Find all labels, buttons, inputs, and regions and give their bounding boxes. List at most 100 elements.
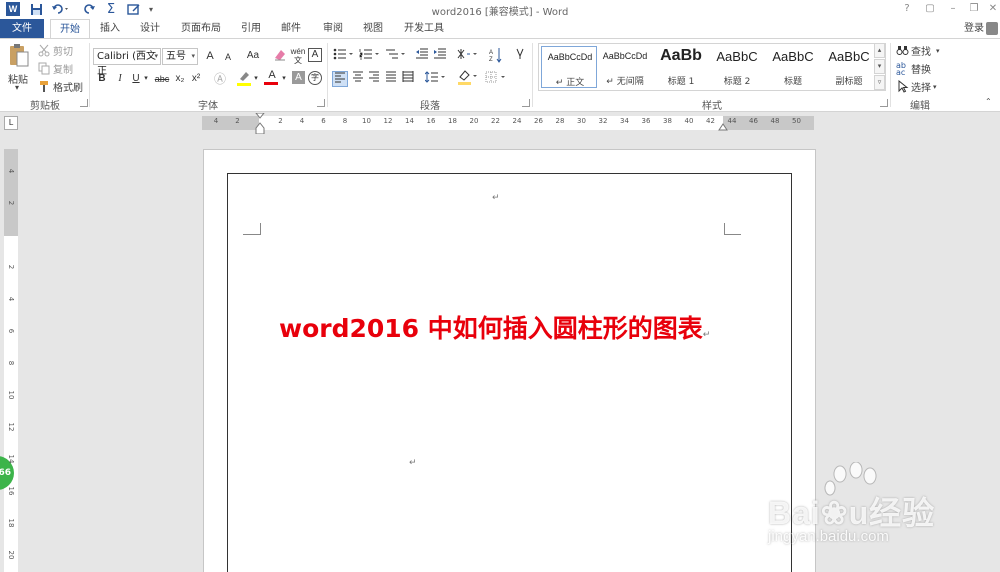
vertical-ruler-tick-label: 2 <box>7 264 15 270</box>
line-spacing-icon[interactable] <box>424 71 448 87</box>
font-color-dropdown-icon[interactable]: ▾ <box>280 71 288 87</box>
ruler-tick-label: 2 <box>278 117 283 125</box>
style-heading-2[interactable]: AaBbC 标题 2 <box>709 46 765 88</box>
tab-page-layout[interactable]: 页面布局 <box>176 19 226 38</box>
replace-icon: ab ac <box>896 61 906 77</box>
chevron-down-icon: ▾ <box>191 52 195 60</box>
tab-selector[interactable]: L <box>4 116 18 130</box>
align-left-icon[interactable] <box>332 71 348 87</box>
find-button[interactable]: 查找 ▾ <box>896 43 940 58</box>
style-no-spacing[interactable]: AaBbCcDd ↵ 无间隔 <box>597 46 653 88</box>
binoculars-icon <box>896 44 909 57</box>
show-marks-icon[interactable] <box>512 48 528 64</box>
replace-button[interactable]: ab ac 替换 <box>896 61 931 77</box>
grow-font-button[interactable]: A <box>202 48 218 64</box>
paragraph-launcher-icon[interactable] <box>522 99 530 107</box>
copy-button[interactable]: 复制 <box>38 61 73 76</box>
tab-view[interactable]: 视图 <box>358 19 388 38</box>
paste-dropdown-icon[interactable]: ▾ <box>15 83 19 92</box>
tab-file[interactable]: 文件 <box>0 19 44 38</box>
multilevel-list-icon[interactable] <box>384 48 408 64</box>
sort-icon[interactable]: AZ <box>488 47 504 63</box>
borders-icon[interactable] <box>484 71 508 87</box>
font-launcher-icon[interactable] <box>317 99 325 107</box>
tab-developer[interactable]: 开发工具 <box>400 19 448 38</box>
ruler-tick-label: 24 <box>512 117 522 125</box>
tab-references[interactable]: 引用 <box>236 19 266 38</box>
tab-review[interactable]: 审阅 <box>318 19 348 38</box>
clipboard-launcher-icon[interactable] <box>80 99 88 107</box>
chevron-down-icon: ▾ <box>936 46 940 55</box>
ribbon-tabs: 文件 开始 插入 设计 页面布局 引用 邮件 审阅 视图 开发工具 登录 <box>0 19 1000 38</box>
user-icon[interactable] <box>986 22 998 35</box>
vertical-ruler-tick-label: 18 <box>7 518 15 528</box>
bold-button[interactable]: B <box>94 71 110 87</box>
numbering-icon[interactable] <box>358 48 382 64</box>
chinese-layout-icon[interactable] <box>456 48 480 64</box>
indent-marker-icon[interactable] <box>254 112 266 135</box>
char-shading-button[interactable]: A <box>292 71 305 84</box>
vertical-ruler-tick-label: 2 <box>7 200 15 206</box>
right-indent-marker-icon[interactable] <box>718 121 728 131</box>
superscript-button[interactable]: x² <box>188 71 204 87</box>
style-subtitle[interactable]: AaBbC 副标题 <box>821 46 877 88</box>
underline-dropdown-icon[interactable]: ▾ <box>142 71 150 87</box>
help-icon[interactable]: ? <box>900 2 914 16</box>
align-right-icon[interactable] <box>366 71 382 87</box>
highlight-icon[interactable] <box>236 69 252 86</box>
group-divider <box>890 43 891 107</box>
document-heading[interactable]: word2016 中如何插入圆柱形的图表↵ <box>279 309 710 345</box>
font-name-combo[interactable]: Calibri (西文正 ▾ <box>93 48 161 77</box>
clear-formatting-icon[interactable] <box>272 48 288 64</box>
font-size-combo[interactable]: 五号 ▾ <box>162 48 198 65</box>
gallery-scroll-up-icon[interactable]: ▴ <box>874 43 885 58</box>
ruler-tick-label: 18 <box>448 117 457 125</box>
ruler-tick-label: 6 <box>321 117 326 125</box>
style-normal[interactable]: AaBbCcDd ↵ 正文 <box>541 46 597 88</box>
paragraph-mark: ↵ <box>409 458 417 468</box>
ruler-tick-label: 34 <box>620 117 629 125</box>
ruler-tick-label: 14 <box>405 117 414 125</box>
gallery-scroll-down-icon[interactable]: ▾ <box>874 59 885 74</box>
restore-icon[interactable]: ❐ <box>967 2 981 16</box>
tab-mailings[interactable]: 邮件 <box>276 19 306 38</box>
font-color-button[interactable]: A <box>264 69 280 87</box>
enclose-characters-button[interactable]: 字 <box>308 71 322 85</box>
tab-insert[interactable]: 插入 <box>94 19 126 38</box>
close-icon[interactable]: ✕ <box>986 2 1000 16</box>
gallery-more-icon[interactable]: ▿ <box>874 75 885 90</box>
justify-icon[interactable] <box>383 71 399 87</box>
text-effects-button[interactable]: Ⓐ <box>212 71 228 87</box>
increase-indent-icon[interactable] <box>432 48 448 64</box>
tab-home[interactable]: 开始 <box>50 19 90 38</box>
format-painter-button[interactable]: 格式刷 <box>38 79 83 94</box>
subscript-button[interactable]: x₂ <box>172 71 188 87</box>
align-center-icon[interactable] <box>350 71 366 87</box>
style-title[interactable]: AaBbC 标题 <box>765 46 821 88</box>
ruler-tick-label: 40 <box>684 117 694 125</box>
shrink-font-button[interactable]: A <box>220 49 236 65</box>
minimize-icon[interactable]: – <box>946 2 960 16</box>
bullets-icon[interactable] <box>332 48 356 64</box>
sign-in-link[interactable]: 登录 <box>964 19 984 38</box>
ribbon-display-icon[interactable]: ▢ <box>923 2 937 16</box>
tab-design[interactable]: 设计 <box>134 19 166 38</box>
style-heading-1[interactable]: AaBb 标题 1 <box>653 46 709 88</box>
decrease-indent-icon[interactable] <box>414 48 430 64</box>
styles-launcher-icon[interactable] <box>880 99 888 107</box>
distributed-icon[interactable] <box>400 71 416 87</box>
change-case-button[interactable]: Aa <box>242 48 264 64</box>
char-border-button[interactable]: A <box>308 48 322 62</box>
ruler-tick-label: 50 <box>792 117 801 125</box>
collapse-ribbon-icon[interactable]: ⌃ <box>985 97 992 106</box>
phonetic-guide-button[interactable]: wén 文 <box>290 47 306 65</box>
paste-icon[interactable] <box>8 43 30 69</box>
cut-button[interactable]: 剪切 <box>38 43 73 58</box>
shading-icon[interactable] <box>456 69 480 85</box>
strikethrough-button[interactable]: abc <box>152 71 172 87</box>
svg-text:Z: Z <box>489 57 493 63</box>
ruler-tick-label: 38 <box>663 117 672 125</box>
select-button[interactable]: 选择 ▾ <box>896 79 937 94</box>
highlight-dropdown-icon[interactable]: ▾ <box>252 71 260 87</box>
italic-button[interactable]: I <box>112 71 128 87</box>
